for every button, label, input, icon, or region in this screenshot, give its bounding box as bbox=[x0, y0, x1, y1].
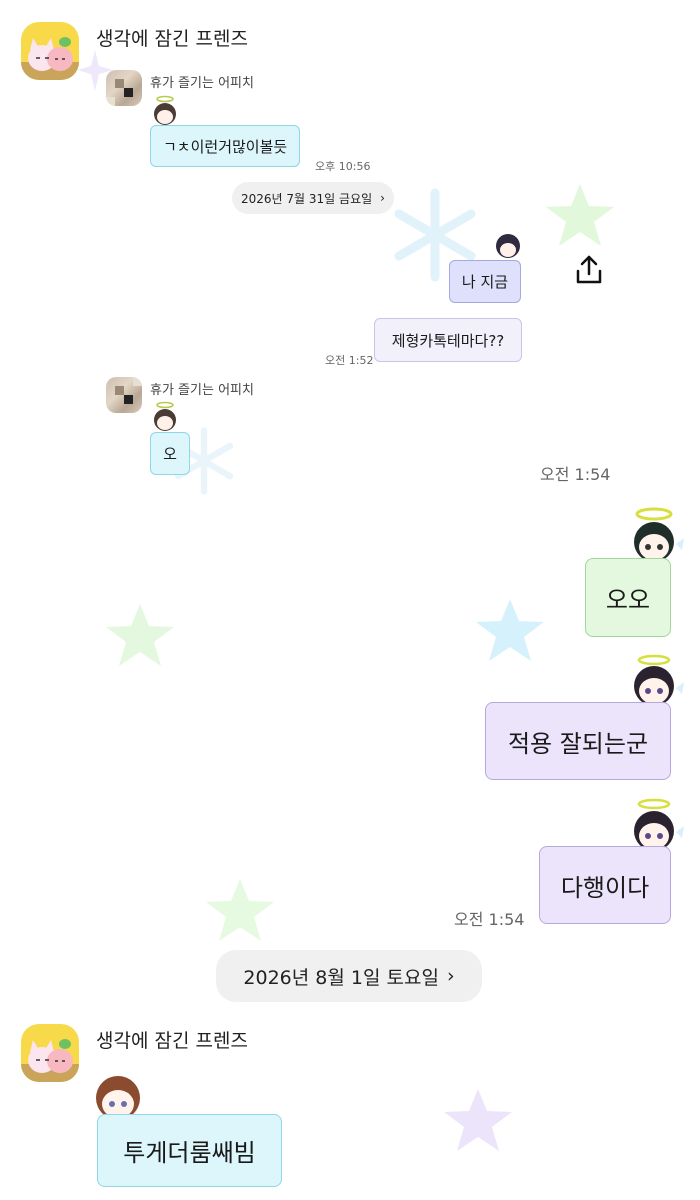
message-bubble[interactable]: ㄱㅊ이런거많이볼듯 bbox=[150, 125, 301, 167]
message-time: 오전 1:54 bbox=[454, 910, 525, 929]
star-decoration bbox=[546, 184, 614, 246]
date-label: 2026년 7월 31일 금요일 bbox=[241, 191, 373, 206]
sender-avatar[interactable] bbox=[106, 70, 142, 106]
message-time: 오전 1:54 bbox=[540, 465, 611, 484]
message-bubble[interactable]: 오 bbox=[150, 432, 190, 475]
group-avatar[interactable] bbox=[21, 22, 79, 80]
my-message-bubble[interactable]: 제형카톡테마다?? bbox=[374, 318, 522, 362]
angel-character-icon bbox=[154, 401, 176, 431]
date-divider: 2026년 8월 1일 토요일 › bbox=[216, 950, 482, 1002]
star-decoration bbox=[206, 879, 274, 941]
message-time: 오전 1:52 bbox=[325, 354, 374, 367]
message-time: 오후 10:56 bbox=[315, 160, 371, 173]
star-decoration bbox=[106, 604, 174, 666]
sender-name: 휴가 즐기는 어피치 bbox=[150, 76, 254, 91]
my-message-bubble[interactable]: 나 지금 bbox=[449, 260, 521, 303]
chevron-right-icon: › bbox=[446, 965, 455, 987]
sender-name: 휴가 즐기는 어피치 bbox=[150, 383, 254, 398]
date-label: 2026년 8월 1일 토요일 bbox=[243, 966, 439, 989]
my-message-bubble[interactable]: 다행이다 bbox=[539, 846, 671, 924]
star-decoration bbox=[444, 1089, 512, 1151]
sender-avatar[interactable] bbox=[106, 377, 142, 413]
group-name: 생각에 잠긴 프렌즈 bbox=[96, 28, 248, 50]
star-decoration bbox=[476, 599, 544, 661]
message-bubble[interactable]: 투게더룸쌔빔 bbox=[97, 1114, 282, 1187]
friends-character-icon bbox=[21, 1039, 79, 1082]
my-message-bubble[interactable]: 적용 잘되는군 bbox=[485, 702, 671, 780]
chevron-right-icon: › bbox=[380, 191, 385, 205]
character-icon bbox=[496, 234, 520, 258]
share-icon[interactable] bbox=[574, 254, 604, 286]
group-avatar[interactable] bbox=[21, 1024, 79, 1082]
group-name: 생각에 잠긴 프렌즈 bbox=[96, 1030, 248, 1052]
my-message-bubble[interactable]: 오오 bbox=[585, 558, 671, 637]
friends-character-icon bbox=[21, 37, 79, 80]
date-divider: 2026년 7월 31일 금요일 › bbox=[232, 182, 394, 214]
